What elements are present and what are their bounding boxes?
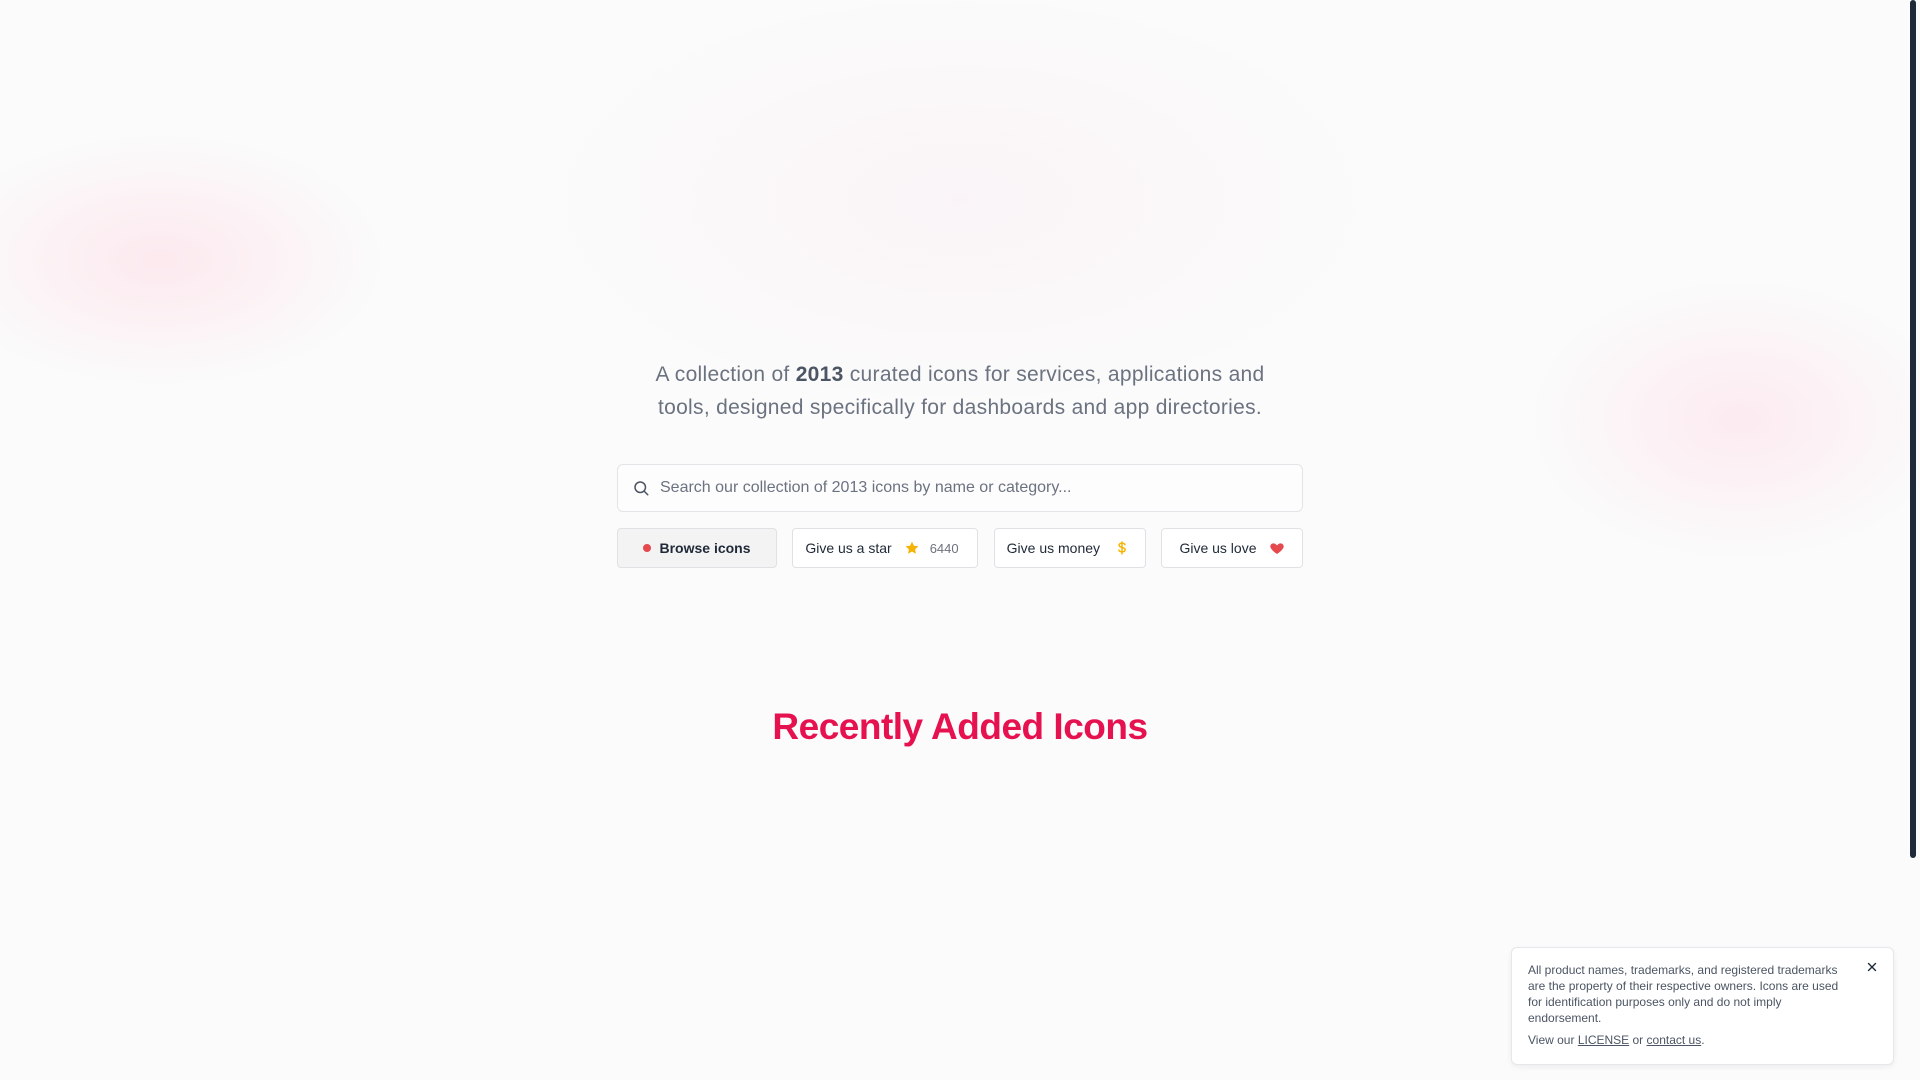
browse-icons-button[interactable]: Browse icons xyxy=(617,528,777,568)
search-input[interactable] xyxy=(660,479,1280,497)
view-prefix: View our xyxy=(1528,1033,1578,1047)
give-money-label: Give us money xyxy=(1006,540,1101,556)
recently-added-heading: Recently Added Icons xyxy=(772,706,1148,747)
heart-icon xyxy=(1269,543,1284,554)
close-icon[interactable] xyxy=(1865,960,1879,974)
trademark-notice: All product names, trademarks, and regis… xyxy=(1511,947,1894,1065)
notice-text: All product names, trademarks, and regis… xyxy=(1528,963,1839,1025)
tagline-prefix: A collection of xyxy=(655,363,796,386)
dollar-icon xyxy=(1118,541,1126,555)
search-box[interactable] xyxy=(617,464,1303,512)
browse-icons-label: Browse icons xyxy=(659,540,751,556)
give-star-button[interactable]: Give us a star 6440 xyxy=(792,528,979,568)
give-love-label: Give us love xyxy=(1179,540,1257,556)
give-money-button[interactable]: Give us money xyxy=(993,528,1146,568)
contact-link[interactable]: contact us xyxy=(1647,1033,1702,1047)
status-dot xyxy=(643,544,652,552)
give-love-button[interactable]: Give us love xyxy=(1160,528,1303,568)
license-link[interactable]: LICENSE xyxy=(1578,1033,1629,1047)
star-icon xyxy=(905,541,919,554)
give-star-label: Give us a star xyxy=(805,540,892,556)
or-text: or xyxy=(1629,1033,1647,1047)
notice-period: . xyxy=(1701,1033,1705,1047)
notice-links: View our LICENSE or contact us. xyxy=(1528,1032,1853,1048)
icon-count: 2013 xyxy=(795,363,844,386)
hero-section: A collection of 2013 curated icons for s… xyxy=(0,358,1920,568)
action-buttons: Browse icons Give us a star 6440 Give us… xyxy=(617,528,1303,568)
search-icon xyxy=(634,481,649,496)
hero-tagline: A collection of 2013 curated icons for s… xyxy=(630,358,1290,424)
star-count: 6440 xyxy=(929,540,959,556)
